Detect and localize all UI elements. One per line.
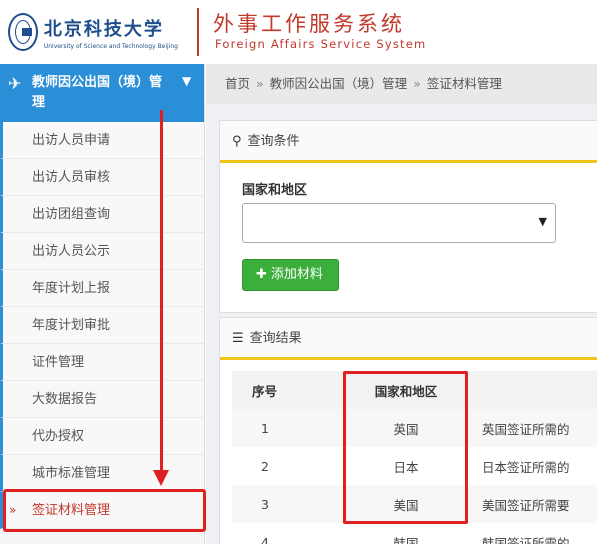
add-material-button[interactable]: ✚ 添加材料 xyxy=(242,259,339,291)
breadcrumb-section[interactable]: 教师因公出国（境）管理 xyxy=(270,76,408,91)
add-material-label: 添加材料 xyxy=(270,267,323,282)
plus-icon: ✚ xyxy=(256,267,267,282)
dropdown-caret-icon: ▼ xyxy=(538,215,547,228)
query-panel: ⚲ 查询条件 国家和地区 ▼ ✚ 添加材料 xyxy=(219,120,597,313)
sidebar-item-document-management[interactable]: 证件管理 xyxy=(0,344,204,381)
results-panel-header: ☰ 查询结果 xyxy=(220,318,597,360)
system-subtitle: Foreign Affairs Service System xyxy=(215,37,427,51)
breadcrumb-current: 签证材料管理 xyxy=(426,76,502,91)
breadcrumb-separator-icon: » xyxy=(413,76,421,91)
airplane-icon: ✈ xyxy=(8,74,22,93)
cell-description: 美国签证所需要 xyxy=(470,485,597,523)
sidebar-item-visitor-publicity[interactable]: 出访人员公示 xyxy=(0,233,204,270)
breadcrumb-separator-icon: » xyxy=(256,76,264,91)
sidebar-item-proxy-authorization[interactable]: 代办授权 xyxy=(0,418,204,455)
logo-chinese-name: 北京科技大学 xyxy=(43,18,164,40)
sidebar-section-label: 教师因公出国（境）管理 xyxy=(32,75,163,110)
annotation-arrow-head xyxy=(153,470,169,486)
table-row[interactable]: 4 韩国 韩国签证所需的 xyxy=(232,523,597,544)
results-panel-title: 查询结果 xyxy=(249,331,302,346)
header-divider xyxy=(197,8,199,56)
breadcrumb: 首页 » 教师因公出国（境）管理 » 签证材料管理 xyxy=(206,64,597,104)
sidebar-item-city-standards[interactable]: 城市标准管理 xyxy=(0,455,204,492)
chevron-down-icon: ▼ xyxy=(182,74,192,88)
cell-description: 英国签证所需的 xyxy=(470,409,597,447)
breadcrumb-home[interactable]: 首页 xyxy=(225,76,250,91)
list-icon: ☰ xyxy=(232,331,244,346)
annotation-highlight-country-column xyxy=(343,371,468,524)
sidebar-section-header[interactable]: ✈ 教师因公出国（境）管理 ▼ xyxy=(0,64,204,122)
cell-index: 4 xyxy=(261,534,269,544)
cell-description: 韩国签证所需的 xyxy=(482,535,570,544)
sidebar-item-big-data-report[interactable]: 大数据报告 xyxy=(0,381,204,418)
country-select[interactable]: ▼ xyxy=(242,203,556,243)
app-header: 北京科技大学 University of Science and Technol… xyxy=(0,0,597,64)
column-header-description xyxy=(470,371,597,409)
column-header-index: 序号 xyxy=(232,371,342,409)
sidebar-item-delegation-query[interactable]: 出访团组查询 xyxy=(0,196,204,233)
logo-english-name: University of Science and Technology Bei… xyxy=(43,42,178,50)
system-title: 外事工作服务系统 xyxy=(213,12,405,36)
cell-index: 3 xyxy=(232,485,342,523)
sidebar-item-visitor-application[interactable]: 出访人员申请 xyxy=(0,122,204,159)
sidebar-item-annual-plan-submit[interactable]: 年度计划上报 xyxy=(0,270,204,307)
cell-description: 日本签证所需的 xyxy=(482,459,570,475)
sidebar-item-annual-plan-approve[interactable]: 年度计划审批 xyxy=(0,307,204,344)
university-logo[interactable]: 北京科技大学 University of Science and Technol… xyxy=(8,6,178,58)
query-panel-header: ⚲ 查询条件 xyxy=(220,121,597,163)
cell-index: 1 xyxy=(232,409,342,447)
annotation-highlight-menu-item xyxy=(3,489,206,532)
sidebar-item-visitor-review[interactable]: 出访人员审核 xyxy=(0,159,204,196)
query-panel-title: 查询条件 xyxy=(247,134,300,149)
sidebar: ✈ 教师因公出国（境）管理 ▼ 出访人员申请 出访人员审核 出访团组查询 出访人… xyxy=(0,64,205,544)
cell-country: 韩国 xyxy=(393,535,419,544)
country-field-label: 国家和地区 xyxy=(242,183,308,198)
cell-index: 2 xyxy=(261,458,269,474)
search-icon: ⚲ xyxy=(232,134,242,149)
university-seal-icon xyxy=(8,13,38,51)
sidebar-menu: 出访人员申请 出访人员审核 出访团组查询 出访人员公示 年度计划上报 年度计划审… xyxy=(0,122,204,529)
annotation-arrow-line xyxy=(160,110,163,475)
